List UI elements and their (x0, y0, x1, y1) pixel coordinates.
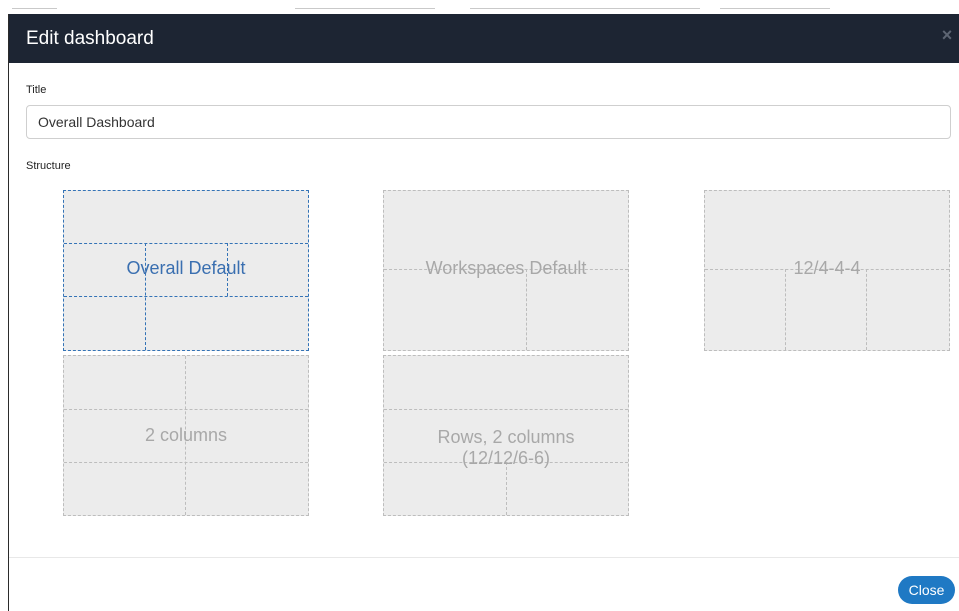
structure-label-text: Rows, 2 columns (12/12/6-6) (437, 427, 575, 468)
grid-line (785, 269, 786, 350)
title-input[interactable] (26, 105, 951, 139)
structure-label-text: 2 columns (144, 425, 228, 445)
title-label: Title (26, 84, 47, 96)
grid-line (384, 409, 628, 410)
structure-label-text: 12/4-4-4 (793, 258, 861, 278)
structure-2-columns[interactable]: 2 columns (63, 355, 309, 516)
structure-label-text: Overall Default (126, 258, 246, 278)
structure-label-text: Workspaces Default (425, 258, 587, 278)
background-line (470, 8, 700, 9)
grid-line (64, 409, 308, 410)
structure-overall-default[interactable]: Overall Default (63, 190, 309, 351)
modal-title: Edit dashboard (26, 28, 154, 49)
close-button[interactable]: Close (898, 576, 955, 604)
modal-header: Edit dashboard × (9, 14, 959, 63)
grid-line (526, 269, 527, 350)
grid-line (64, 462, 308, 463)
grid-line (506, 462, 507, 515)
structure-workspaces-default[interactable]: Workspaces Default (383, 190, 629, 351)
background-line (12, 8, 57, 9)
grid-line (866, 269, 867, 350)
footer-divider (9, 557, 959, 558)
structure-rows-2-columns[interactable]: Rows, 2 columns (12/12/6-6) (383, 355, 629, 516)
structure-12-4-4-4[interactable]: 12/4-4-4 (704, 190, 950, 351)
structure-label: Structure (26, 160, 71, 172)
background-line (720, 8, 830, 9)
grid-line (64, 296, 308, 297)
background-page (0, 0, 959, 14)
close-icon[interactable]: × (939, 25, 955, 45)
background-line (295, 8, 435, 9)
edit-dashboard-modal: Edit dashboard × Title Structure Overall… (9, 14, 959, 611)
grid-line (64, 243, 308, 244)
